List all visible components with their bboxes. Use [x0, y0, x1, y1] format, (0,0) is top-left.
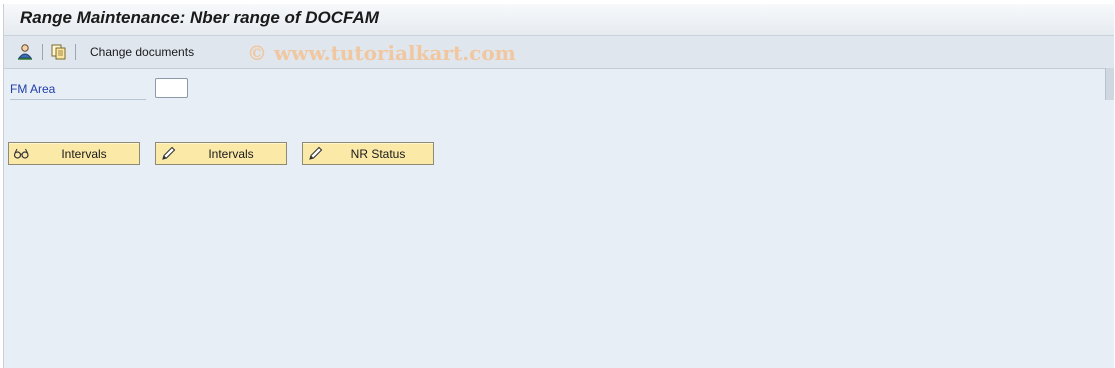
- pencil-icon: [160, 145, 177, 162]
- fm-area-label: FM Area: [10, 81, 146, 100]
- nr-status-label: NR Status: [350, 147, 406, 161]
- sap-window: Range Maintenance: Nber range of DOCFAM …: [3, 4, 1114, 368]
- glasses-icon: [13, 145, 30, 162]
- fm-area-input[interactable]: [155, 78, 188, 98]
- page-title: Range Maintenance: Nber range of DOCFAM: [20, 8, 379, 27]
- change-intervals-button[interactable]: Intervals: [155, 142, 287, 165]
- display-intervals-label: Intervals: [61, 147, 107, 161]
- watermark: © www.tutorialkart.com: [247, 41, 516, 65]
- change-documents-button[interactable]: Change documents: [90, 45, 194, 59]
- display-intervals-button[interactable]: Intervals: [8, 142, 140, 165]
- change-intervals-label: Intervals: [208, 147, 254, 161]
- pencil-icon: [307, 145, 324, 162]
- toolbar-scrollbar[interactable]: [1105, 68, 1114, 100]
- person-icon[interactable]: [16, 43, 34, 61]
- nr-status-button[interactable]: NR Status: [302, 142, 434, 165]
- toolbar-separator: [42, 44, 43, 60]
- copy-documents-icon[interactable]: [50, 43, 68, 61]
- application-toolbar: Change documents: [4, 36, 1114, 100]
- title-bar: Range Maintenance: Nber range of DOCFAM: [4, 4, 1114, 36]
- toolbar-separator: [75, 44, 76, 60]
